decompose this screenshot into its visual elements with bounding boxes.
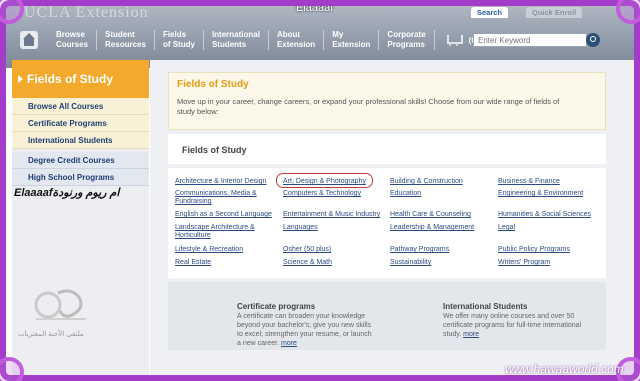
promo-panel: Certificate programs A certificate can b…	[168, 282, 606, 350]
nav-about-extension[interactable]: About Extension	[269, 30, 325, 50]
field-link[interactable]: Pathway Programs	[390, 246, 490, 254]
cart-icon	[445, 33, 463, 47]
sidebar-group: Degree Credit Courses High School Progra…	[12, 152, 149, 186]
home-icon[interactable]	[20, 31, 38, 49]
field-link[interactable]: Lifestyle & Recreation	[175, 246, 275, 254]
field-link[interactable]: Education	[390, 190, 490, 198]
fields-heading-panel: Fields of Study	[168, 134, 606, 164]
nav-corporate-programs[interactable]: Corporate Programs	[379, 30, 435, 50]
field-link[interactable]: Legal	[498, 224, 603, 232]
forum-logo-icon	[34, 289, 86, 320]
sidebar-group: Browse All Courses Certificate Programs …	[12, 98, 149, 149]
field-link[interactable]: Entertainment & Music Industry	[283, 211, 383, 219]
certificate-desc: A certificate can broaden your knowledge…	[237, 313, 372, 347]
certificate-text: A certificate can broaden your knowledge…	[237, 312, 377, 348]
field-link[interactable]: Public Policy Programs	[498, 246, 603, 254]
overlay-note: Elaaaafام ريوم ورنودة	[14, 187, 120, 199]
field-link[interactable]: Building & Construction	[390, 178, 490, 186]
nav-student-resources[interactable]: Student Resources	[97, 30, 155, 50]
fields-title: Fields of Study	[182, 145, 247, 155]
sidebar-item-browse-all-courses[interactable]: Browse All Courses	[12, 98, 149, 115]
field-link[interactable]: English as a Second Language	[175, 211, 275, 219]
field-link[interactable]: Leadership & Management	[390, 224, 490, 232]
field-link[interactable]: Communications, Media & Fundraising	[175, 190, 275, 206]
overlay-text: Elaaaaf	[296, 2, 334, 14]
field-link[interactable]: Science & Math	[283, 259, 383, 267]
field-link[interactable]: Health Care & Counseling	[390, 211, 490, 219]
field-link[interactable]: Osher (50 plus)	[283, 246, 383, 254]
field-link[interactable]: Landscape Architecture & Horticulture	[175, 224, 275, 240]
sidebar-item-degree-credit-courses[interactable]: Degree Credit Courses	[12, 152, 149, 169]
main-nav: Browse Courses Student Resources Fields …	[20, 24, 478, 56]
page-description: Move up in your career, change careers, …	[177, 97, 560, 116]
sidebar-heading: Fields of Study	[12, 60, 149, 98]
sidebar-item-certificate-programs[interactable]: Certificate Programs	[12, 115, 149, 132]
sidebar-item-international-students[interactable]: International Students	[12, 132, 149, 149]
more-link[interactable]: more	[281, 340, 297, 347]
field-link[interactable]: Art, Design & Photography	[283, 178, 383, 186]
site-watermark: www.hawaaworld.com	[505, 362, 624, 376]
search-icon[interactable]	[586, 33, 600, 47]
sidebar-title: Fields of Study	[27, 72, 114, 86]
field-link[interactable]: Humanities & Social Sciences	[498, 211, 603, 219]
certificate-heading: Certificate programs	[237, 302, 316, 311]
sidebar-item-high-school-programs[interactable]: High School Programs	[12, 169, 149, 186]
page-title: Fields of Study	[177, 79, 249, 90]
sidebar: Fields of Study Browse All Courses Certi…	[12, 60, 149, 375]
search-input[interactable]	[473, 33, 587, 47]
field-link[interactable]: Writers' Program	[498, 259, 603, 267]
field-link[interactable]: Real Estate	[175, 259, 275, 267]
international-text: We offer many online courses and over 50…	[443, 312, 588, 339]
quick-enroll-tab-label: Quick Enroll	[532, 8, 577, 17]
field-link[interactable]: Engineering & Environment	[498, 190, 603, 198]
field-link[interactable]: Computers & Technology	[283, 190, 383, 198]
field-link[interactable]: Architecture & Interior Design	[175, 178, 275, 186]
nav-my-extension[interactable]: My Extension	[324, 30, 380, 50]
fields-grid: Architecture & Interior Design Communica…	[168, 168, 606, 278]
tab-quick-enroll[interactable]: Quick Enroll	[526, 7, 583, 18]
field-link[interactable]: Languages	[283, 224, 383, 232]
tab-search[interactable]: Search	[471, 7, 509, 18]
search-tab-label: Search	[477, 8, 503, 17]
arrow-right-icon	[18, 75, 23, 83]
logo-caption: ملتقى الأحبة المغتربات	[18, 331, 84, 338]
intro-panel: Fields of Study Move up in your career, …	[168, 72, 606, 130]
brand-logo[interactable]: UCLA Extension	[24, 4, 149, 22]
field-link[interactable]: Business & Finance	[498, 178, 603, 186]
nav-international-students[interactable]: International Students	[204, 30, 269, 50]
nav-fields-of-study[interactable]: Fields of Study	[155, 30, 204, 50]
field-link[interactable]: Sustainability	[390, 259, 490, 267]
nav-browse-courses[interactable]: Browse Courses	[48, 30, 98, 50]
international-heading: International Students	[443, 302, 528, 311]
more-link[interactable]: more	[463, 331, 479, 338]
